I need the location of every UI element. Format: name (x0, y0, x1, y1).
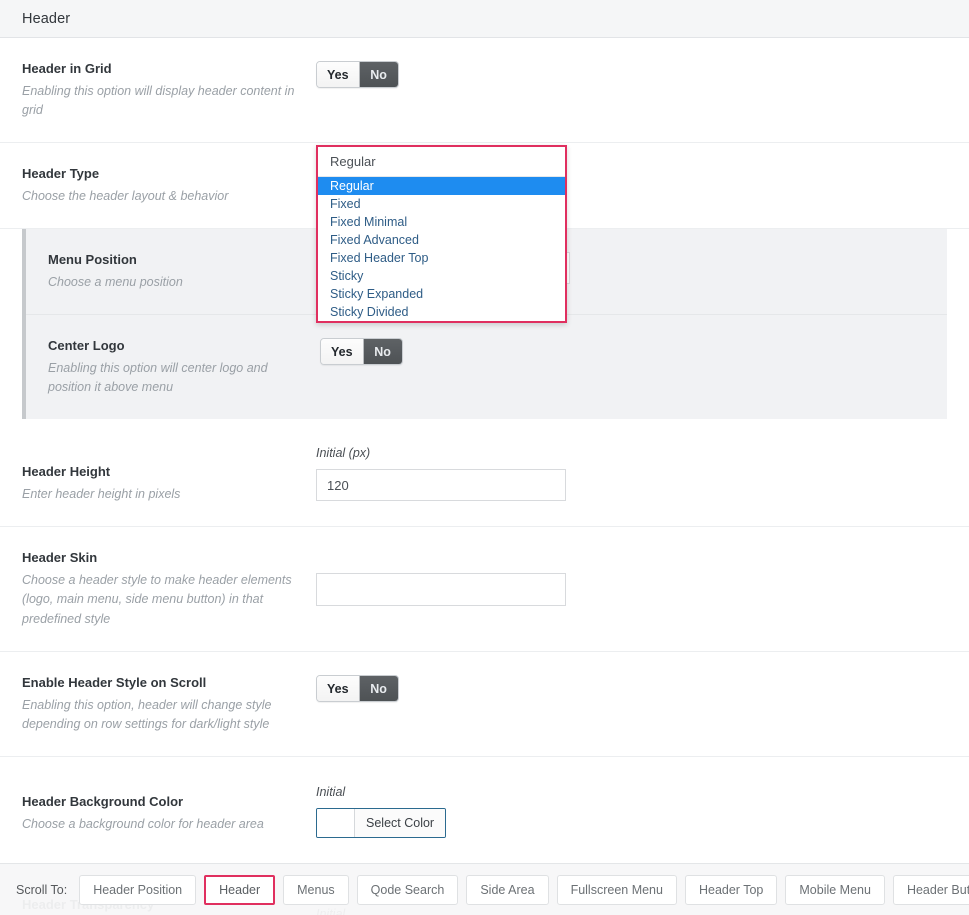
dropdown-option-fixed-header-top[interactable]: Fixed Header Top (318, 249, 565, 267)
field-description: Enabling this option will display header… (22, 83, 295, 117)
field-label: Enable Header Style on Scroll (22, 675, 207, 691)
field-description: Choose a header style to make header ele… (22, 572, 292, 626)
field-control-col (316, 549, 947, 607)
header-height-input[interactable] (316, 469, 566, 502)
panel-titlebar: Header (0, 0, 969, 38)
scroll-to-fullscreen-menu[interactable]: Fullscreen Menu (556, 874, 677, 905)
field-label-col: Header in Grid Enabling this option will… (22, 60, 316, 120)
field-label-col: Center Logo Enabling this option will ce… (48, 337, 320, 397)
dropdown-option-fixed-minimal[interactable]: Fixed Minimal (318, 213, 565, 231)
field-description: Enter header height in pixels (22, 486, 181, 501)
field-control-col: Yes No (316, 674, 947, 703)
field-description: Choose a background color for header are… (22, 816, 264, 831)
field-label: Header Height (22, 464, 111, 480)
field-label: Header Type (22, 166, 100, 182)
scroll-to-label: Scroll To: (16, 882, 68, 897)
control-caption: Initial (px) (316, 446, 371, 461)
field-control-col: Initial (px) (316, 445, 947, 502)
scroll-to-menus[interactable]: Menus (283, 874, 349, 905)
header-type-dropdown[interactable]: Regular Regular Fixed Fixed Minimal Fixe… (316, 145, 567, 323)
field-control-col: Yes No (320, 337, 925, 366)
header-skin-select[interactable] (316, 573, 566, 607)
scroll-to-bar: Scroll To: Header Position Header Menus … (0, 863, 969, 915)
toggle-option-no[interactable]: No (358, 676, 398, 702)
dropdown-option-sticky[interactable]: Sticky (318, 267, 565, 285)
field-label: Header in Grid (22, 61, 112, 76)
scroll-to-side-area[interactable]: Side Area (466, 874, 549, 905)
field-row-header-style-on-scroll: Enable Header Style on Scroll Enabling t… (0, 652, 969, 758)
field-label-col: Header Type Choose the header layout & b… (22, 165, 316, 206)
dropdown-option-regular[interactable]: Regular (318, 177, 565, 195)
control-caption: Initial (316, 785, 346, 800)
toggle-header-style-on-scroll[interactable]: Yes No (316, 675, 399, 703)
toggle-option-yes[interactable]: Yes (321, 339, 363, 365)
panel-content-scroll: Header Header in Grid Enabling this opti… (0, 0, 969, 915)
field-label: Center Logo (48, 338, 125, 354)
toggle-option-yes[interactable]: Yes (317, 62, 359, 87)
field-label-col: Header Background Color Choose a backgro… (22, 779, 316, 834)
field-label: Header Background Color (22, 794, 184, 810)
field-label-col: Enable Header Style on Scroll Enabling t… (22, 674, 316, 734)
toggle-option-no[interactable]: No (362, 339, 402, 365)
field-row-header-skin: Header Skin Choose a header style to mak… (0, 527, 969, 653)
select-color-label[interactable]: Select Color (355, 809, 446, 838)
header-type-option-list: Regular Fixed Fixed Minimal Fixed Advanc… (318, 177, 565, 321)
scroll-to-mobile-menu[interactable]: Mobile Menu (785, 874, 885, 905)
scroll-to-header-button-icons[interactable]: Header Button Icons (892, 874, 969, 905)
field-label-col: Header Skin Choose a header style to mak… (22, 549, 316, 629)
field-row-header-height: Header Height Enter header height in pix… (0, 419, 969, 528)
toggle-option-yes[interactable]: Yes (317, 676, 359, 702)
field-description: Choose a menu position (48, 274, 183, 289)
field-description: Choose the header layout & behavior (22, 188, 229, 203)
field-row-header-background-color: Header Background Color Choose a backgro… (0, 757, 969, 866)
header-type-selected-value[interactable]: Regular (318, 147, 565, 177)
toggle-option-no[interactable]: No (358, 62, 398, 87)
scroll-to-qode-search[interactable]: Qode Search (356, 874, 459, 905)
field-label-col: Menu Position Choose a menu position (48, 251, 320, 292)
options-panel: Header Header in Grid Enabling this opti… (0, 0, 969, 915)
scroll-to-header[interactable]: Header (204, 874, 276, 905)
nested-row-center-logo: Center Logo Enabling this option will ce… (26, 315, 947, 419)
dropdown-option-sticky-expanded[interactable]: Sticky Expanded (318, 285, 565, 303)
scroll-to-header-position[interactable]: Header Position (79, 874, 197, 905)
field-description: Enabling this option will center logo an… (48, 360, 268, 395)
field-control-col: Yes No (316, 60, 947, 88)
field-row-header-in-grid: Header in Grid Enabling this option will… (0, 38, 969, 144)
field-control-col: Initial Select Color (316, 779, 947, 842)
field-label: Menu Position (48, 252, 137, 268)
dropdown-option-fixed[interactable]: Fixed (318, 195, 565, 213)
field-label-col: Header Height Enter header height in pix… (22, 445, 316, 504)
color-swatch (317, 809, 355, 838)
select-color-button[interactable]: Select Color (316, 808, 447, 839)
scroll-to-header-top[interactable]: Header Top (684, 874, 778, 905)
toggle-header-in-grid[interactable]: Yes No (316, 61, 399, 88)
field-label: Header Skin (22, 550, 98, 566)
dropdown-option-sticky-divided[interactable]: Sticky Divided (318, 303, 565, 321)
toggle-center-logo[interactable]: Yes No (320, 338, 403, 366)
dropdown-option-fixed-advanced[interactable]: Fixed Advanced (318, 231, 565, 249)
panel-title: Header (22, 10, 71, 27)
field-description: Enabling this option, header will change… (22, 697, 272, 731)
